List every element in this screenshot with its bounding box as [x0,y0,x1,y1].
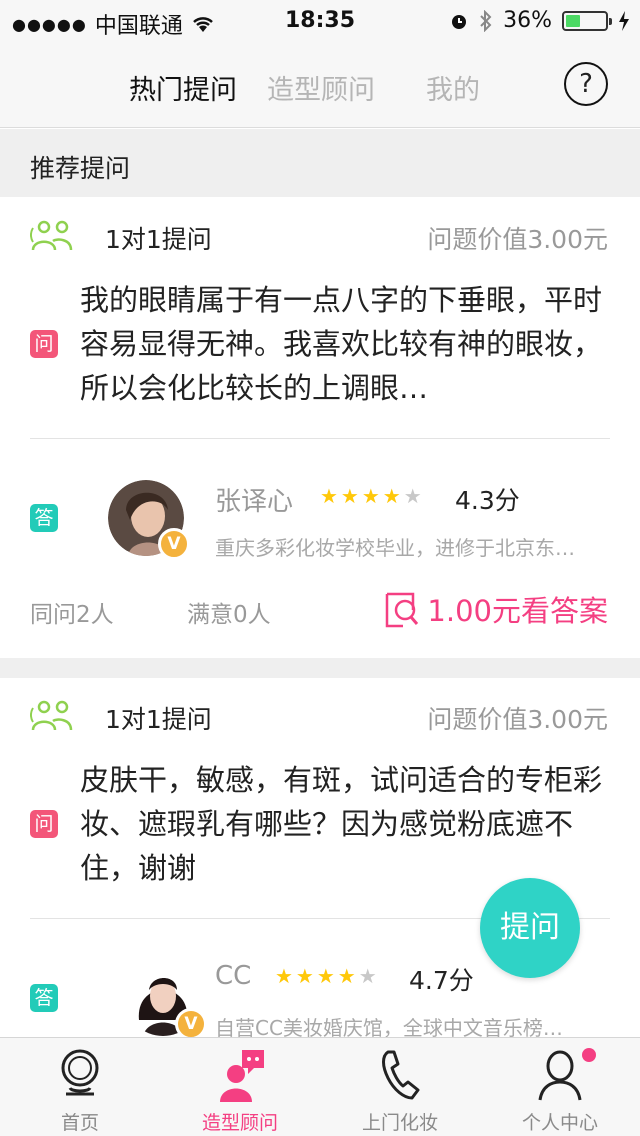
answer-badge: 答 [30,504,58,532]
ask-question-button[interactable]: 提问 [480,878,580,978]
verified-badge: V [158,528,190,560]
top-nav: 热门提问 造型顾问 我的 ? [0,40,640,128]
expert-avatar[interactable]: V [108,480,190,560]
expert-rating: 4.7分 [409,966,474,995]
tab-home[interactable]: 首页 [0,1038,160,1136]
question-text[interactable]: 皮肤干，敏感，有斑，试问适合的专柜彩妆、遮瑕乳有哪些？因为感觉粉底遮不住，谢谢 [80,758,610,890]
person-icon [538,1050,582,1101]
section-title: 推荐提问 [0,129,640,197]
question-card[interactable]: 1对1提问 问题价值3.00元 问 皮肤干，敏感，有斑，试问适合的专柜彩妆、遮瑕… [0,678,640,1040]
answer-price: 1.00元看答案 [427,594,608,628]
question-type: 1对1提问 [105,705,212,734]
tab-mine[interactable]: 我的 [426,68,480,107]
people-icon [30,700,73,731]
question-text[interactable]: 我的眼睛属于有一点八字的下垂眼，平时容易显得无神。我喜欢比较有神的眼妆，所以会化… [80,278,610,410]
bluetooth-icon [480,9,492,32]
star-rating: ★★★★★ [320,484,425,508]
tab-label: 造型顾问 [201,1112,278,1134]
phone-icon [382,1050,420,1100]
same-question-count: 同问2人 [30,602,114,628]
expert-avatar[interactable]: V [125,960,207,1040]
search-answer-icon [386,592,419,628]
tab-home-makeup[interactable]: 上门化妆 [320,1038,480,1136]
expert-rating: 4.3分 [455,486,520,515]
tab-style-consultant[interactable]: 造型顾问 [267,68,375,107]
help-icon[interactable]: ? [564,62,608,106]
tab-personal-center[interactable]: 个人中心 [480,1038,640,1136]
people-icon [30,220,73,251]
view-answer-button[interactable]: 1.00元看答案 [383,588,608,630]
question-card[interactable]: 1对1提问 问题价值3.00元 问 我的眼睛属于有一点八字的下垂眼，平时容易显得… [0,198,640,658]
tab-label: 个人中心 [521,1112,598,1134]
question-value: 问题价值3.00元 [427,705,608,734]
question-badge: 问 [30,810,58,838]
answer-badge: 答 [30,984,58,1012]
satisfied-count: 满意0人 [187,602,271,628]
battery-icon [562,10,612,31]
expert-name[interactable]: 张译心 [215,481,293,518]
question-type: 1对1提问 [105,225,212,254]
divider [30,438,610,439]
tab-style-consultant[interactable]: 造型顾问 [160,1038,320,1136]
expert-description: 重庆多彩化妆学校毕业，进修于北京东… [215,536,575,560]
card-separator [0,658,640,678]
mirror-icon [61,1049,99,1096]
question-badge: 问 [30,330,58,358]
battery-percent: 36% [503,8,552,33]
notification-dot [582,1048,596,1062]
question-value: 问题价值3.00元 [427,225,608,254]
alarm-icon [452,14,467,29]
verified-badge: V [175,1008,207,1040]
tab-label: 首页 [60,1112,99,1134]
status-bar: ●●●●● 中国联通 18:35 36% [0,0,640,40]
star-rating: ★★★★★ [275,964,380,988]
consultant-icon [220,1050,264,1102]
tab-hot-questions[interactable]: 热门提问 [129,68,237,107]
bottom-tab-bar: 首页 造型顾问 上门化妆 个人中心 [0,1037,640,1136]
charging-icon [619,10,629,31]
tab-label: 上门化妆 [361,1112,438,1134]
expert-name[interactable]: CC [215,961,251,991]
